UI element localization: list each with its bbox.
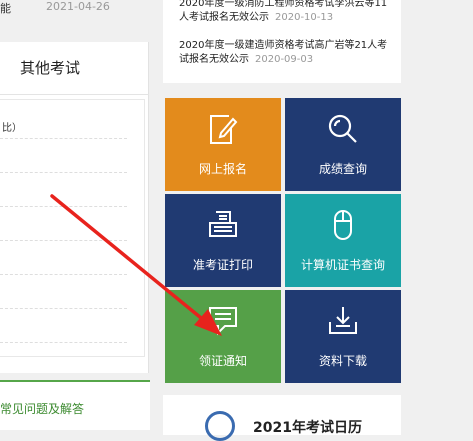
other-exams-panel: 其他考试 比） <box>0 42 149 373</box>
tile-label: 资料下载 <box>318 354 367 368</box>
message-icon <box>207 304 239 342</box>
left-top-date: 2021-04-26 <box>46 0 110 13</box>
quick-links-grid: 网上报名 成绩查询 准考证打印 计算机证书查询 领证通知 资料下载 <box>165 98 401 383</box>
list-item[interactable]: 比） <box>2 119 22 134</box>
edit-icon <box>207 112 239 150</box>
mouse-icon <box>327 208 359 246</box>
admission-ticket-print-tile[interactable]: 准考证打印 <box>165 194 281 287</box>
tab-other-exams[interactable]: 其他考试 <box>20 57 80 78</box>
search-icon <box>327 112 359 150</box>
exam-calendar-title[interactable]: 2021年考试日历 <box>253 417 362 437</box>
tile-label: 计算机证书查询 <box>300 258 385 272</box>
divider <box>0 274 127 275</box>
left-top-text[interactable]: 能 <box>0 0 11 16</box>
tile-label: 成绩查询 <box>318 162 367 176</box>
certificate-notice-tile[interactable]: 领证通知 <box>165 290 281 383</box>
tile-label: 网上报名 <box>198 162 247 176</box>
other-exams-tab-row: 其他考试 <box>0 42 149 95</box>
divider <box>0 138 127 139</box>
other-exams-list: 比） <box>0 99 145 357</box>
clock-icon <box>205 411 235 441</box>
faq-panel: 常见问题及解答 <box>0 380 150 430</box>
divider <box>0 206 127 207</box>
news-panel: 2020年度一级消防工程师资格考试李洪云等11人考试报名无效公示 2020-10-… <box>163 0 401 83</box>
computer-certificate-query-tile[interactable]: 计算机证书查询 <box>285 194 401 287</box>
news-item[interactable]: 2020年度一级消防工程师资格考试李洪云等11人考试报名无效公示 2020-10-… <box>179 0 395 25</box>
faq-link[interactable]: 常见问题及解答 <box>0 400 84 417</box>
divider <box>0 240 127 241</box>
materials-download-tile[interactable]: 资料下载 <box>285 290 401 383</box>
news-date: 2020-09-03 <box>255 54 314 65</box>
news-date: 2020-10-13 <box>275 12 334 23</box>
online-registration-tile[interactable]: 网上报名 <box>165 98 281 191</box>
tile-label: 领证通知 <box>198 354 247 368</box>
divider <box>0 308 127 309</box>
divider <box>0 342 127 343</box>
news-item[interactable]: 2020年度一级建造师资格考试高广岩等21人考试报名无效公示 2020-09-03 <box>179 39 395 67</box>
score-query-tile[interactable]: 成绩查询 <box>285 98 401 191</box>
exam-calendar-panel: 2021年考试日历 <box>163 395 401 441</box>
tile-label: 准考证打印 <box>192 258 253 272</box>
download-icon <box>327 304 359 342</box>
printer-icon <box>207 208 239 246</box>
divider <box>0 172 127 173</box>
